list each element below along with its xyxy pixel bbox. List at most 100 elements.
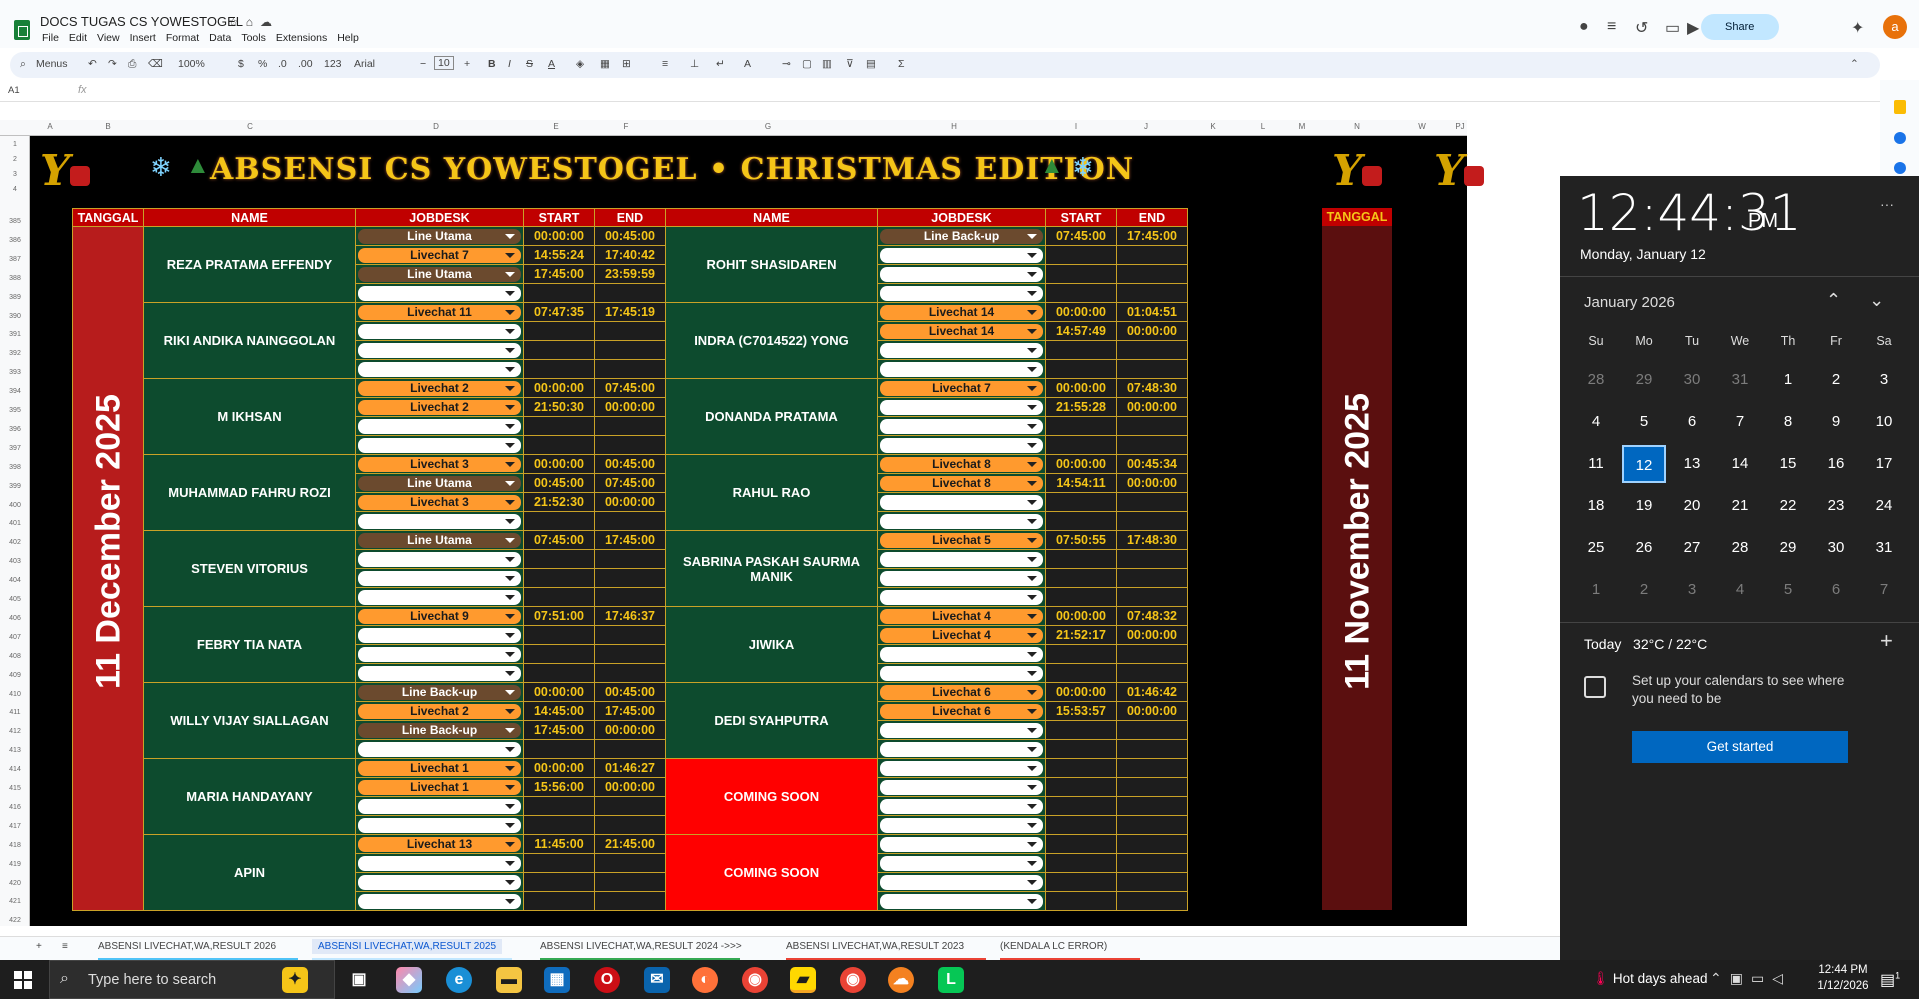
jobdesk-dropdown[interactable] [880, 874, 1043, 890]
jobdesk-cell[interactable] [877, 853, 1046, 873]
bold-icon[interactable]: B [488, 58, 496, 70]
row-header[interactable]: 403 [0, 558, 30, 565]
currency-button[interactable]: $ [238, 58, 244, 70]
calendar-day[interactable]: 1 [1574, 571, 1618, 609]
jobdesk-dropdown[interactable] [880, 722, 1043, 738]
agent-name[interactable]: WILLY VIJAY SIALLAGAN [143, 682, 356, 759]
align-icon[interactable]: ≡ [662, 58, 668, 70]
jobdesk-cell[interactable] [877, 872, 1046, 892]
start-time[interactable]: 00:00:00 [523, 378, 595, 398]
start-time[interactable] [523, 625, 595, 645]
calendar-day[interactable]: 28 [1574, 361, 1618, 399]
end-time[interactable]: 00:45:00 [594, 682, 666, 702]
start-time[interactable] [523, 663, 595, 683]
end-time[interactable] [594, 663, 666, 683]
start-time[interactable] [523, 872, 595, 892]
row-header[interactable]: 420 [0, 880, 30, 887]
calendar-day[interactable]: 10 [1862, 403, 1906, 441]
end-time[interactable]: 17:45:00 [594, 701, 666, 721]
end-time[interactable] [1116, 796, 1188, 816]
taskbar-date[interactable]: 1/12/2026 [1811, 980, 1875, 992]
column-header[interactable]: J [1140, 122, 1152, 131]
start-time[interactable] [1045, 777, 1117, 797]
row-header[interactable]: 385 [0, 218, 30, 225]
link-icon[interactable]: ⊸ [782, 58, 791, 70]
calendar-day[interactable]: 3 [1670, 571, 1714, 609]
column-header[interactable]: A [44, 122, 56, 131]
agent-name[interactable]: STEVEN VITORIUS [143, 530, 356, 607]
end-time[interactable] [594, 568, 666, 588]
end-time[interactable] [594, 644, 666, 664]
jobdesk-dropdown[interactable]: Livechat 2 [358, 399, 521, 415]
start-time[interactable]: 21:55:28 [1045, 397, 1117, 417]
row-header[interactable]: 395 [0, 407, 30, 414]
jobdesk-cell[interactable]: Livechat 13 [355, 834, 524, 854]
comment-icon[interactable]: ▭ [1665, 18, 1680, 38]
column-header[interactable]: H [948, 122, 960, 131]
jobdesk-dropdown[interactable] [880, 399, 1043, 415]
jobdesk-cell[interactable] [355, 283, 524, 303]
end-time[interactable] [1116, 359, 1188, 379]
start-time[interactable]: 17:45:00 [523, 720, 595, 740]
start-time[interactable]: 21:52:17 [1045, 625, 1117, 645]
keep-icon[interactable] [1894, 100, 1906, 114]
jobdesk-cell[interactable] [877, 245, 1046, 265]
fill-color-icon[interactable]: ◈ [576, 58, 584, 70]
end-time[interactable] [594, 321, 666, 341]
menu-file[interactable]: File [42, 32, 59, 44]
menu-edit[interactable]: Edit [69, 32, 87, 44]
start-time[interactable] [523, 739, 595, 759]
jobdesk-dropdown[interactable] [358, 665, 521, 681]
jobdesk-cell[interactable] [877, 758, 1046, 778]
start-time[interactable] [1045, 796, 1117, 816]
cloudflare-icon[interactable]: ☁ [888, 967, 914, 993]
jobdesk-dropdown[interactable] [880, 513, 1043, 529]
calendar-day[interactable]: 24 [1862, 487, 1906, 525]
jobdesk-dropdown[interactable] [880, 285, 1043, 301]
jobdesk-cell[interactable]: Livechat 2 [355, 397, 524, 417]
paint-format-icon[interactable]: ⌫ [148, 58, 163, 70]
start-time[interactable] [1045, 644, 1117, 664]
row-header[interactable]: 399 [0, 483, 30, 490]
end-time[interactable]: 00:00:00 [594, 397, 666, 417]
start-time[interactable] [1045, 264, 1117, 284]
calendar-day[interactable]: 17 [1862, 445, 1906, 483]
start-time[interactable] [523, 815, 595, 835]
jobdesk-cell[interactable] [877, 492, 1046, 512]
start-time[interactable]: 15:56:00 [523, 777, 595, 797]
add-sheet-icon[interactable]: + [36, 941, 42, 952]
menu-help[interactable]: Help [337, 32, 359, 44]
jobdesk-cell[interactable]: Livechat 6 [877, 682, 1046, 702]
start-time[interactable] [1045, 416, 1117, 436]
end-time[interactable]: 00:00:00 [594, 777, 666, 797]
start-time[interactable]: 14:45:00 [523, 701, 595, 721]
jobdesk-dropdown[interactable] [880, 798, 1043, 814]
end-time[interactable]: 01:46:42 [1116, 682, 1188, 702]
end-time[interactable] [1116, 492, 1188, 512]
sheet-tab[interactable]: ABSENSI LIVECHAT,WA,RESULT 2023 [786, 941, 964, 952]
jobdesk-dropdown[interactable] [358, 798, 521, 814]
merge-cells-icon[interactable]: ⊞ [622, 58, 631, 70]
end-time[interactable] [594, 625, 666, 645]
column-header[interactable]: E [550, 122, 562, 131]
tray-expand-icon[interactable]: ⌃ [1710, 970, 1730, 986]
agent-name[interactable]: DEDI SYAHPUTRA [665, 682, 878, 759]
jobdesk-dropdown[interactable]: Line Utama [358, 475, 521, 491]
end-time[interactable]: 00:45:00 [594, 454, 666, 474]
end-time[interactable]: 07:45:00 [594, 378, 666, 398]
row-header[interactable]: 394 [0, 388, 30, 395]
calendar-day[interactable]: 31 [1862, 529, 1906, 567]
calendar-day[interactable]: 11 [1574, 445, 1618, 483]
row-header[interactable]: 412 [0, 728, 30, 735]
row-header[interactable]: 398 [0, 464, 30, 471]
column-header[interactable]: M [1296, 122, 1308, 131]
volume-icon[interactable]: ◁ [1772, 970, 1791, 986]
row-header[interactable]: 387 [0, 256, 30, 263]
end-time[interactable] [1116, 663, 1188, 683]
jobdesk-cell[interactable] [877, 891, 1046, 911]
jobdesk-cell[interactable] [355, 644, 524, 664]
end-time[interactable] [1116, 245, 1188, 265]
row-header[interactable]: 409 [0, 672, 30, 679]
agent-name[interactable]: M IKHSAN [143, 378, 356, 455]
row-header[interactable]: 390 [0, 313, 30, 320]
